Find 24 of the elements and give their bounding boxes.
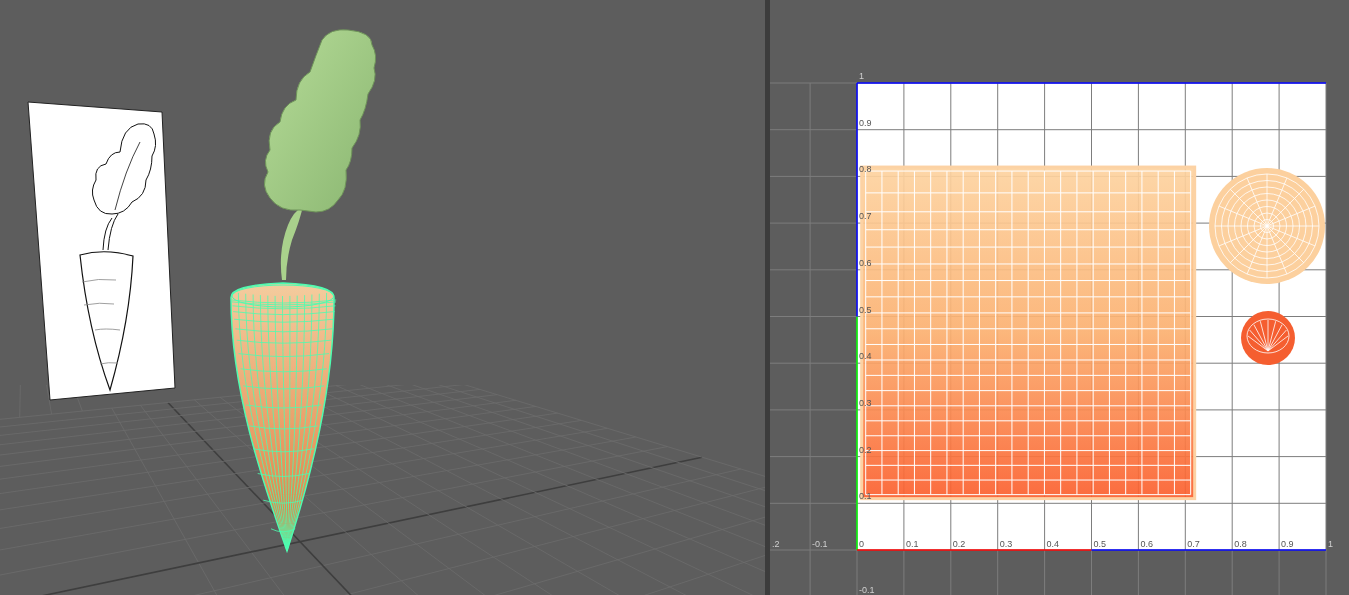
axis-label: 0.2 — [952, 539, 966, 549]
carrot-model-drawing[interactable] — [230, 29, 377, 552]
axis-label: 0.9 — [859, 117, 872, 128]
axis-label: 0 — [859, 539, 864, 549]
axis-label: 1 — [1328, 539, 1333, 549]
axis-label: -0.1 — [859, 584, 875, 595]
axis-label: 0.6 — [1140, 539, 1153, 549]
axis-label: .2 — [772, 539, 780, 549]
axis-label: -0.1 — [812, 539, 828, 549]
axis-label: 0.1 — [905, 539, 919, 549]
axis-label: 0.9 — [1281, 539, 1294, 549]
axis-label: 0.7 — [1187, 539, 1200, 549]
axis-label: 1 — [859, 71, 864, 81]
axis-label: 0.5 — [1093, 539, 1106, 549]
axis-label: 0.8 — [1234, 539, 1247, 549]
uv-tip-shell-drawing[interactable] — [1241, 311, 1295, 365]
uv-shell-drawing[interactable] — [860, 165, 1197, 501]
axis-label: 0.6 — [859, 257, 872, 268]
axis-label: 0.8 — [859, 164, 872, 175]
axis-label: 0.4 — [1046, 539, 1060, 549]
axis-label: 0.3 — [999, 539, 1013, 549]
axis-label: 0.1 — [859, 491, 872, 502]
perspective-viewport[interactable] — [0, 0, 765, 595]
axis-label: 0.7 — [859, 211, 872, 222]
